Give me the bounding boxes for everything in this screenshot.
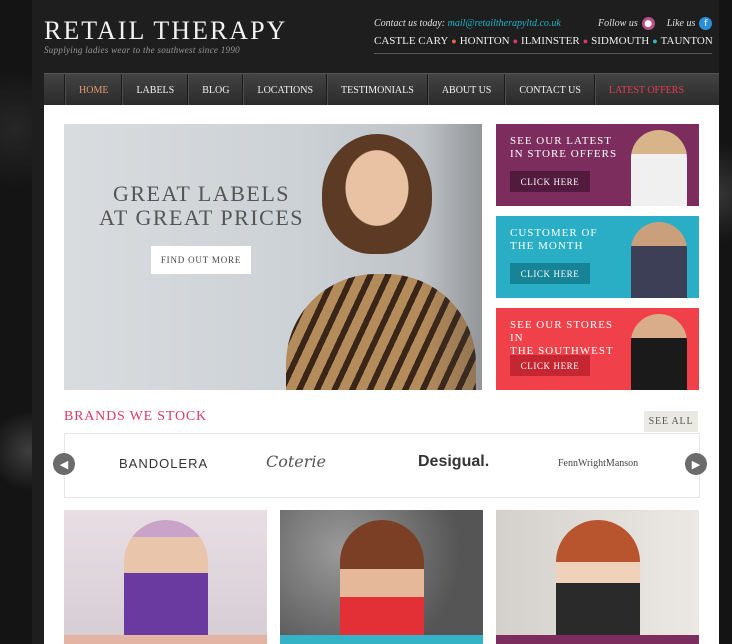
site-logo[interactable]: RETAIL THERAPY <box>44 16 287 46</box>
promo-model-image <box>631 314 687 390</box>
nav-blog[interactable]: BLOG <box>188 74 244 106</box>
see-all-button[interactable]: SEE ALL <box>644 411 698 432</box>
promo-latest-offers[interactable]: SEE OUR LATEST IN STORE OFFERS CLICK HER… <box>496 124 699 206</box>
location-link[interactable]: TAUNTON <box>661 35 713 47</box>
promo-model-image <box>631 222 687 298</box>
promo-title-line: CUSTOMER OF <box>510 227 598 239</box>
brands-heading: BRANDS WE STOCK <box>64 409 207 424</box>
hero-title-line: GREAT LABELS <box>112 181 291 206</box>
promo-model-image <box>631 130 687 206</box>
flickr-icon[interactable]: ● <box>641 17 655 30</box>
nav-about-us[interactable]: ABOUT US <box>427 74 506 106</box>
location-link[interactable]: HONITON <box>460 35 510 47</box>
promo-title-line: SEE OUR STORES IN <box>510 319 614 344</box>
feature-model-image <box>340 520 424 644</box>
facebook-icon[interactable]: f <box>699 17 713 30</box>
feature-model-image <box>556 520 640 644</box>
feature-tile[interactable] <box>280 510 483 644</box>
contact-label: Contact us today: <box>374 18 446 29</box>
hero-model-image <box>322 134 432 254</box>
location-link[interactable]: CASTLE CARY <box>374 35 448 47</box>
hero-title: GREAT LABELS AT GREAT PRICES <box>94 182 309 230</box>
bullet-icon: ● <box>451 36 457 46</box>
nav-contact-us[interactable]: CONTACT US <box>505 74 595 106</box>
nav-spacer <box>44 74 65 106</box>
hero-banner[interactable]: GREAT LABELS AT GREAT PRICES FIND OUT MO… <box>64 124 482 390</box>
page: RETAIL THERAPY Supplying ladies wear to … <box>32 0 719 644</box>
promo-title-line: SEE OUR LATEST <box>510 135 612 147</box>
promo-title: SEE OUR STORES IN THE SOUTHWEST <box>510 319 630 358</box>
hero-title-line: AT GREAT PRICES <box>98 205 305 230</box>
main-content: GREAT LABELS AT GREAT PRICES FIND OUT MO… <box>44 105 719 644</box>
brand-logo-bandolera[interactable]: BANDOLERA <box>119 456 208 471</box>
nav-labels[interactable]: LABELS <box>122 74 189 106</box>
hero-shade <box>422 124 482 390</box>
contact-line: Contact us today: mail@retailtherapyltd.… <box>374 18 561 29</box>
carousel-next-arrow-icon[interactable]: ▶ <box>685 453 707 475</box>
feature-tile[interactable] <box>496 510 699 644</box>
location-link[interactable]: SIDMOUTH <box>591 35 649 47</box>
nav-latest-offers[interactable]: LATEST OFFERS <box>594 74 697 106</box>
brand-logo-desigual[interactable]: Desigual. <box>418 453 489 471</box>
find-out-more-button[interactable]: FIND OUT MORE <box>151 246 251 274</box>
nav-locations[interactable]: LOCATIONS <box>243 74 328 106</box>
promo-title-line: IN STORE OFFERS <box>510 148 618 160</box>
click-here-button[interactable]: CLICK HERE <box>510 263 590 284</box>
carousel-prev-arrow-icon[interactable]: ◀ <box>53 453 75 475</box>
brand-logo-coterie[interactable]: Coterie <box>266 452 326 471</box>
click-here-button[interactable]: CLICK HERE <box>510 171 590 192</box>
like-label: Like us <box>666 18 696 29</box>
nav-testimonials[interactable]: TESTIMONIALS <box>327 74 428 106</box>
location-link[interactable]: ILMINSTER <box>521 35 580 47</box>
feature-model-image <box>124 520 208 644</box>
main-nav: HOME LABELS BLOG LOCATIONS TESTIMONIALS … <box>44 73 719 106</box>
promo-title: CUSTOMER OF THE MONTH <box>510 227 630 253</box>
brand-logo-fennwrightmanson[interactable]: FennWrightManson <box>558 458 638 469</box>
social-links: Follow us ● Like us f <box>598 17 713 30</box>
promo-customer-of-month[interactable]: CUSTOMER OF THE MONTH CLICK HERE <box>496 216 699 298</box>
bullet-icon: ● <box>652 36 658 46</box>
bullet-icon: ● <box>512 36 519 46</box>
click-here-button[interactable]: CLICK HERE <box>510 355 590 376</box>
store-locations: CASTLE CARY ● HONITON ● ILMINSTER ● SIDMOUTH ● T… <box>374 35 713 54</box>
feature-caption-bar <box>280 635 483 644</box>
promo-title-line: THE MONTH <box>510 240 584 252</box>
tagline: Supplying ladies wear to the southwest s… <box>44 45 240 55</box>
nav-home[interactable]: HOME <box>65 74 123 106</box>
feature-tile[interactable] <box>64 510 267 644</box>
follow-label: Follow us <box>598 18 638 29</box>
feature-caption-bar <box>496 635 699 644</box>
promo-our-stores[interactable]: SEE OUR STORES IN THE SOUTHWEST CLICK HE… <box>496 308 699 390</box>
promo-title: SEE OUR LATEST IN STORE OFFERS <box>510 135 630 161</box>
feature-caption-bar <box>64 635 267 644</box>
contact-email-link[interactable]: mail@retailtherapyltd.co.uk <box>448 18 561 29</box>
bullet-icon: ● <box>582 36 589 46</box>
